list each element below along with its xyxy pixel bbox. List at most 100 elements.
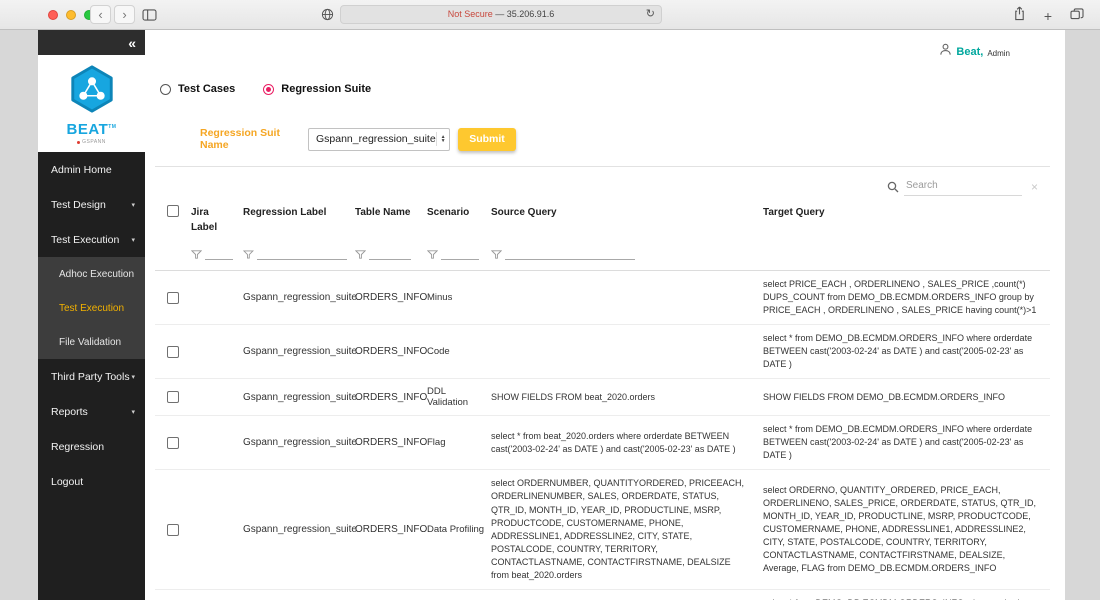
table-row: Gspann_regression_suiteORDERS_INFOFlagse… xyxy=(155,416,1050,470)
cell-table-name: ORDERS_INFO xyxy=(355,292,427,303)
table-row: Gspann_regression_suiteORDERS_INFODDL Va… xyxy=(155,379,1050,416)
sidebar-item-regression[interactable]: Regression xyxy=(38,429,145,464)
sidebar-item-admin-home[interactable]: Admin Home xyxy=(38,152,145,187)
table-body: Gspann_regression_suiteORDERS_INFOMinuss… xyxy=(155,271,1050,600)
filter-source-query[interactable] xyxy=(491,249,749,260)
col-header-regression-label: Regression Label xyxy=(243,205,355,235)
sidebar-item-test-execution[interactable]: Test Execution▾ xyxy=(38,222,145,257)
row-checkbox[interactable] xyxy=(167,437,179,449)
logo-wordmark: BEATTM xyxy=(67,121,117,138)
window-controls xyxy=(48,10,94,20)
cell-table-name: ORDERS_INFO xyxy=(355,392,427,403)
reload-icon[interactable]: ↻ xyxy=(646,6,655,23)
cell-scenario: Minus xyxy=(427,292,491,303)
filter-scenario[interactable] xyxy=(427,249,487,260)
logo-dot-icon xyxy=(77,141,80,144)
logo-trademark: TM xyxy=(108,124,116,130)
cell-source-query: SHOW FIELDS FROM beat_2020.orders xyxy=(491,391,763,404)
select-all-cell xyxy=(155,205,191,235)
sidebar-item-label: Test Design xyxy=(51,199,106,211)
table-row: Gspann_regression_suiteORDERS_INFOIndica… xyxy=(155,590,1050,600)
filter-jira[interactable] xyxy=(191,249,235,260)
filter-input-underline[interactable] xyxy=(257,250,347,260)
filter-funnel-icon xyxy=(491,249,502,260)
chevron-down-icon: ▾ xyxy=(131,236,135,244)
cell-table-name: ORDERS_INFO xyxy=(355,524,427,535)
cell-scenario: Data Profiling xyxy=(427,524,491,535)
url-text: — 35.206.91.6 xyxy=(495,9,554,19)
sidebar-item-label: Regression xyxy=(51,441,104,453)
user-chip[interactable]: Beat, Admin xyxy=(939,43,1010,61)
suite-select[interactable]: Gspann_regression_suite ▲▼ xyxy=(308,128,450,151)
suite-name-label: Regression Suit Name xyxy=(200,127,308,151)
sidebar-subitem-adhoc-execution[interactable]: Adhoc Execution xyxy=(38,257,145,291)
cell-source-query: select * from beat_2020.orders where ord… xyxy=(491,430,763,456)
logo-subtext-label: GSPANN xyxy=(82,139,106,145)
new-tab-icon[interactable]: + xyxy=(1044,9,1052,23)
filter-funnel-icon xyxy=(191,249,202,260)
row-checkbox[interactable] xyxy=(167,346,179,358)
select-arrows-icon: ▲▼ xyxy=(436,132,446,146)
cell-scenario: DDL Validation xyxy=(427,386,491,408)
search-input[interactable] xyxy=(904,178,1022,196)
chevron-down-icon: ▾ xyxy=(131,373,135,381)
logo-text: BEAT xyxy=(67,121,109,138)
cell-target-query: select * from DEMO_DB.ECMDM.ORDERS_INFO … xyxy=(763,332,1050,371)
col-header-scenario: Scenario xyxy=(427,205,491,235)
cell-target-query: select ORDERNO, QUANTITY_ORDERED, PRICE_… xyxy=(763,484,1050,575)
cell-scenario: Flag xyxy=(427,437,491,448)
radio-label: Regression Suite xyxy=(281,83,371,95)
row-checkbox[interactable] xyxy=(167,524,179,536)
sidebar-item-logout[interactable]: Logout xyxy=(38,464,145,499)
search-icon xyxy=(887,181,899,193)
row-select-cell xyxy=(155,391,191,403)
sidebar-item-label: Admin Home xyxy=(51,164,112,176)
cell-source-query: select ORDERNUMBER, QUANTITYORDERED, PRI… xyxy=(491,477,763,581)
radio-button-icon[interactable] xyxy=(160,84,171,95)
cell-table-name: ORDERS_INFO xyxy=(355,437,427,448)
close-window-button[interactable] xyxy=(48,10,58,20)
sidebar-header: « xyxy=(38,30,145,55)
filter-table-name[interactable] xyxy=(355,249,419,260)
row-checkbox[interactable] xyxy=(167,292,179,304)
user-name: Beat, xyxy=(956,46,983,58)
sidebar-item-test-design[interactable]: Test Design▾ xyxy=(38,187,145,222)
sidebar-item-third-party-tools[interactable]: Third Party Tools▾ xyxy=(38,359,145,394)
share-icon[interactable] xyxy=(1013,6,1026,26)
table-row: Gspann_regression_suiteORDERS_INFOMinuss… xyxy=(155,271,1050,325)
table-filter-row xyxy=(155,239,1050,271)
filter-funnel-icon xyxy=(427,249,438,260)
filter-input-underline[interactable] xyxy=(505,250,635,260)
cell-target-query: SHOW FIELDS FROM DEMO_DB.ECMDM.ORDERS_IN… xyxy=(763,391,1050,404)
sidebar-item-reports[interactable]: Reports▾ xyxy=(38,394,145,429)
mode-radio-group: Test Cases Regression Suite xyxy=(160,83,371,95)
sidebar-subitem-file-validation[interactable]: File Validation xyxy=(38,325,145,359)
radio-button-selected-icon[interactable] xyxy=(263,84,274,95)
radio-test-cases[interactable]: Test Cases xyxy=(160,83,235,95)
filter-funnel-icon xyxy=(243,249,254,260)
filter-input-underline[interactable] xyxy=(205,250,233,260)
address-bar[interactable]: Not Secure — 35.206.91.6 ↻ xyxy=(340,5,662,24)
cell-regression-label: Gspann_regression_suite xyxy=(243,292,355,303)
back-button[interactable]: ‹ xyxy=(90,5,111,24)
collapse-sidebar-icon[interactable]: « xyxy=(128,35,136,51)
sidebar-subitem-test-execution[interactable]: Test Execution xyxy=(38,291,145,325)
minimize-window-button[interactable] xyxy=(66,10,76,20)
results-table: × Jira Label Regression Label Table Name… xyxy=(155,166,1050,600)
filter-regression-label[interactable] xyxy=(243,249,347,260)
filter-input-underline[interactable] xyxy=(369,250,411,260)
forward-button[interactable]: › xyxy=(114,5,135,24)
radio-regression-suite[interactable]: Regression Suite xyxy=(263,83,371,95)
submit-button[interactable]: Submit xyxy=(458,128,516,151)
row-checkbox[interactable] xyxy=(167,391,179,403)
sidebar-toggle-icon[interactable] xyxy=(142,8,157,26)
tab-overview-icon[interactable] xyxy=(1070,7,1084,25)
filter-input-underline[interactable] xyxy=(441,250,479,260)
col-header-jira-label: Jira Label xyxy=(191,205,243,235)
browser-chrome: ‹ › Not Secure — 35.206.91.6 ↻ + xyxy=(0,0,1100,30)
cell-regression-label: Gspann_regression_suite xyxy=(243,524,355,535)
main-content: Beat, Admin Test Cases Regression Suite … xyxy=(145,30,1065,600)
cell-target-query: select * from DEMO_DB.ECMDM.ORDERS_INFO … xyxy=(763,423,1050,462)
clear-search-icon[interactable]: × xyxy=(1031,180,1038,196)
select-all-checkbox[interactable] xyxy=(167,205,179,217)
